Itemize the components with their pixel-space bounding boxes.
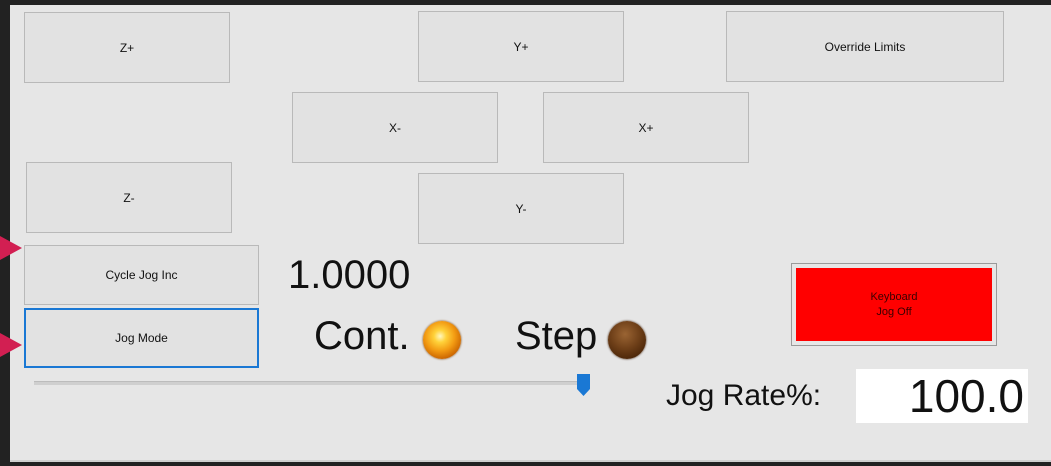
- cont-mode-label: Cont.: [314, 314, 410, 358]
- y-minus-button[interactable]: Y-: [418, 173, 624, 244]
- slider-thumb-icon[interactable]: [577, 374, 590, 396]
- keyboard-jog-toggle-button[interactable]: Keyboard Jog Off: [791, 263, 997, 346]
- led-off-icon: [608, 321, 646, 359]
- z-plus-button[interactable]: Z+: [24, 12, 230, 83]
- led-on-icon: [423, 321, 461, 359]
- x-plus-button[interactable]: X+: [543, 92, 749, 163]
- jog-increment-value: 1.0000: [288, 253, 411, 297]
- override-limits-button[interactable]: Override Limits: [726, 11, 1004, 82]
- jog-rate-label: Jog Rate%:: [666, 379, 822, 412]
- step-mode-label: Step: [515, 314, 598, 358]
- app-window: Z+ Y+ Override Limits X- X+ Z- Y- Cycle …: [0, 0, 1051, 466]
- x-minus-button[interactable]: X-: [292, 92, 498, 163]
- cycle-jog-inc-button[interactable]: Cycle Jog Inc: [24, 245, 259, 305]
- jog-rate-slider[interactable]: [34, 381, 590, 385]
- y-plus-button[interactable]: Y+: [418, 11, 624, 82]
- jog-mode-button[interactable]: Jog Mode: [24, 308, 259, 368]
- annotation-arrow-icon: [0, 333, 22, 357]
- panel-divider: [10, 460, 1051, 462]
- jog-rate-value: 100.0: [856, 369, 1028, 423]
- annotation-arrow-icon: [0, 236, 22, 260]
- z-minus-button[interactable]: Z-: [26, 162, 232, 233]
